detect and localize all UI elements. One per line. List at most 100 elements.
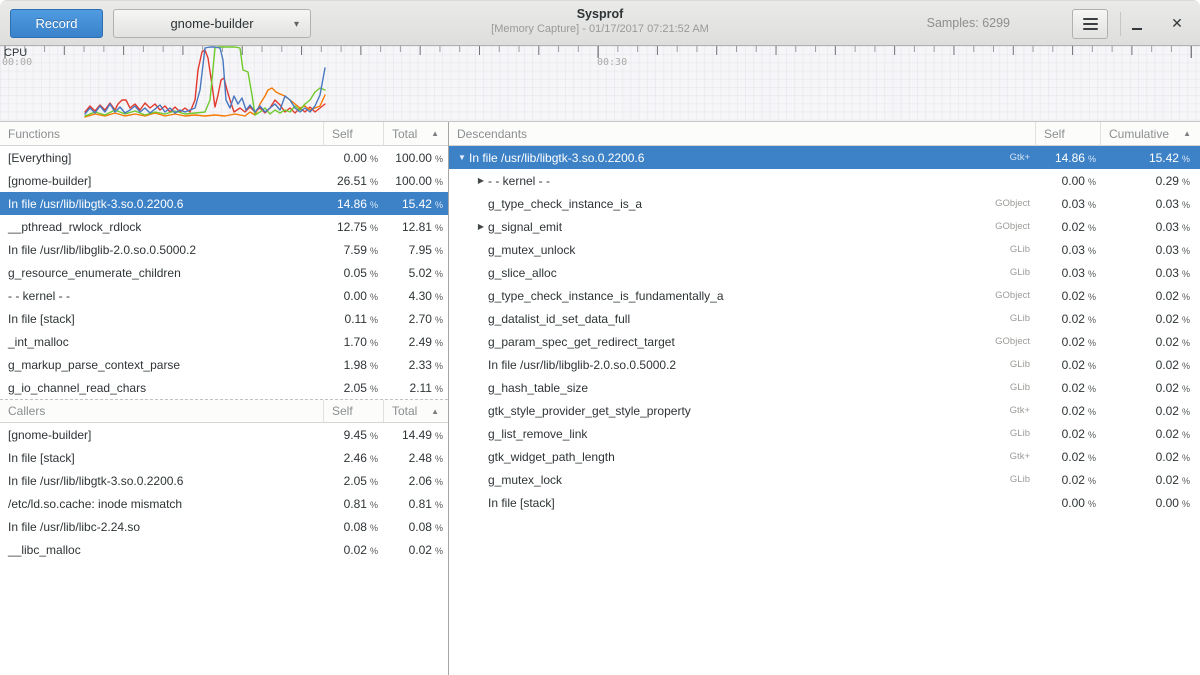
cumulative-percent: 0.03% xyxy=(1100,243,1200,257)
self-percent: 26.51% xyxy=(323,174,383,188)
column-header-self[interactable]: Self xyxy=(323,122,383,145)
tree-row[interactable]: g_type_check_instance_is_aGObject0.03%0.… xyxy=(449,192,1200,215)
self-percent: 14.86% xyxy=(1035,151,1100,165)
function-name: g_resource_enumerate_children xyxy=(0,266,323,280)
column-header-total[interactable]: Total ▲ xyxy=(383,122,448,145)
cpu-chart[interactable]: CPU 00:00 00:30 xyxy=(0,46,1200,122)
close-button[interactable]: ✕ xyxy=(1164,7,1190,39)
library-tag: GLib xyxy=(1010,382,1035,393)
descendant-name-cell: g_slice_allocGLib xyxy=(449,266,1035,280)
minimize-button[interactable] xyxy=(1126,7,1148,39)
column-header-total[interactable]: Total ▲ xyxy=(383,400,448,422)
library-tag: Gtk+ xyxy=(1010,405,1035,416)
tree-row[interactable]: g_mutex_unlockGLib0.03%0.03% xyxy=(449,238,1200,261)
self-percent: 0.00% xyxy=(323,151,383,165)
table-row[interactable]: /etc/ld.so.cache: inode mismatch0.81%0.8… xyxy=(0,492,448,515)
cumulative-percent: 0.02% xyxy=(1100,404,1200,418)
expander-open-icon[interactable]: ▼ xyxy=(455,153,469,162)
table-row[interactable]: __pthread_rwlock_rdlock12.75%12.81% xyxy=(0,215,448,238)
total-percent: 2.48% xyxy=(383,451,448,465)
column-header-callers[interactable]: Callers xyxy=(0,400,323,422)
descendant-name-cell: g_type_check_instance_is_fundamentally_a… xyxy=(449,289,1035,303)
self-percent: 7.59% xyxy=(323,243,383,257)
function-name: __libc_malloc xyxy=(0,543,323,557)
self-percent: 0.05% xyxy=(323,266,383,280)
sort-ascending-icon: ▲ xyxy=(431,407,439,416)
total-percent: 2.49% xyxy=(383,335,448,349)
self-percent: 2.46% xyxy=(323,451,383,465)
tree-row[interactable]: ▼In file /usr/lib/libgtk-3.so.0.2200.6Gt… xyxy=(449,146,1200,169)
record-button[interactable]: Record xyxy=(10,9,103,38)
total-percent: 0.02% xyxy=(383,543,448,557)
table-row[interactable]: g_resource_enumerate_children0.05%5.02% xyxy=(0,261,448,284)
target-process-label: gnome-builder xyxy=(170,16,253,31)
tree-row[interactable]: g_mutex_lockGLib0.02%0.02% xyxy=(449,468,1200,491)
table-row[interactable]: In file /usr/lib/libglib-2.0.so.0.5000.2… xyxy=(0,238,448,261)
descendant-name: g_param_spec_get_redirect_target xyxy=(488,335,675,349)
table-row[interactable]: __libc_malloc0.02%0.02% xyxy=(0,538,448,561)
table-row[interactable]: In file [stack]0.11%2.70% xyxy=(0,307,448,330)
tree-row[interactable]: ▶- - kernel - -0.00%0.29% xyxy=(449,169,1200,192)
descendant-name-cell: In file [stack] xyxy=(449,496,1035,510)
descendants-pane: Descendants Self Cumulative ▲ ▼In file /… xyxy=(449,122,1200,675)
descendant-name-cell: In file /usr/lib/libglib-2.0.so.0.5000.2… xyxy=(449,358,1035,372)
column-header-cumulative[interactable]: Cumulative ▲ xyxy=(1100,122,1200,145)
sysprof-window: Record gnome-builder ▾ Sysprof [Memory C… xyxy=(0,0,1200,675)
window-title-block: Sysprof [Memory Capture] - 01/17/2017 07… xyxy=(300,7,900,35)
hamburger-menu-button[interactable] xyxy=(1072,9,1108,39)
table-row[interactable]: [gnome-builder]26.51%100.00% xyxy=(0,169,448,192)
minimize-icon xyxy=(1132,28,1142,30)
tree-row[interactable]: g_type_check_instance_is_fundamentally_a… xyxy=(449,284,1200,307)
descendant-name: - - kernel - - xyxy=(488,174,550,188)
table-row[interactable]: In file /usr/lib/libgtk-3.so.0.2200.614.… xyxy=(0,192,448,215)
self-percent: 0.02% xyxy=(1035,427,1100,441)
tree-row[interactable]: g_hash_table_sizeGLib0.02%0.02% xyxy=(449,376,1200,399)
expander-closed-icon[interactable]: ▶ xyxy=(474,222,488,231)
page-title: Sysprof xyxy=(300,7,900,21)
library-tag: GObject xyxy=(995,336,1035,347)
column-header-functions[interactable]: Functions xyxy=(0,122,323,145)
self-percent: 0.02% xyxy=(1035,335,1100,349)
self-percent: 0.02% xyxy=(1035,312,1100,326)
table-row[interactable]: _int_malloc1.70%2.49% xyxy=(0,330,448,353)
tree-row[interactable]: g_datalist_id_set_data_fullGLib0.02%0.02… xyxy=(449,307,1200,330)
table-row[interactable]: - - kernel - -0.00%4.30% xyxy=(0,284,448,307)
function-name: [gnome-builder] xyxy=(0,428,323,442)
tree-row[interactable]: ▶g_signal_emitGObject0.02%0.03% xyxy=(449,215,1200,238)
total-percent: 12.81% xyxy=(383,220,448,234)
library-tag: GLib xyxy=(1010,267,1035,278)
table-row[interactable]: g_markup_parse_context_parse1.98%2.33% xyxy=(0,353,448,376)
target-process-dropdown[interactable]: gnome-builder ▾ xyxy=(113,9,311,38)
cumulative-percent: 15.42% xyxy=(1100,151,1200,165)
descendant-name: gtk_style_provider_get_style_property xyxy=(488,404,691,418)
library-tag: Gtk+ xyxy=(1010,451,1035,462)
tree-row[interactable]: g_list_remove_linkGLib0.02%0.02% xyxy=(449,422,1200,445)
tree-row[interactable]: g_slice_allocGLib0.03%0.03% xyxy=(449,261,1200,284)
total-percent: 100.00% xyxy=(383,174,448,188)
tree-row[interactable]: In file /usr/lib/libglib-2.0.so.0.5000.2… xyxy=(449,353,1200,376)
self-percent: 9.45% xyxy=(323,428,383,442)
total-percent: 5.02% xyxy=(383,266,448,280)
total-percent: 15.42% xyxy=(383,197,448,211)
library-tag: GLib xyxy=(1010,244,1035,255)
cpu-red-line xyxy=(85,50,325,113)
tree-row[interactable]: In file [stack]0.00%0.00% xyxy=(449,491,1200,514)
total-percent: 2.70% xyxy=(383,312,448,326)
column-header-self[interactable]: Self xyxy=(1035,122,1100,145)
tree-row[interactable]: gtk_style_provider_get_style_property Gtk… xyxy=(449,399,1200,422)
self-percent: 0.02% xyxy=(1035,220,1100,234)
tree-row[interactable]: gtk_widget_path_lengthGtk+0.02%0.02% xyxy=(449,445,1200,468)
table-row[interactable]: In file /usr/lib/libgtk-3.so.0.2200.62.0… xyxy=(0,469,448,492)
table-row[interactable]: g_io_channel_read_chars2.05%2.11% xyxy=(0,376,448,399)
descendant-name-cell: g_datalist_id_set_data_fullGLib xyxy=(449,312,1035,326)
table-row[interactable]: In file [stack]2.46%2.48% xyxy=(0,446,448,469)
expander-closed-icon[interactable]: ▶ xyxy=(474,176,488,185)
column-header-descendants[interactable]: Descendants xyxy=(449,122,1035,145)
table-row[interactable]: [gnome-builder]9.45%14.49% xyxy=(0,423,448,446)
column-header-self[interactable]: Self xyxy=(323,400,383,422)
table-row[interactable]: [Everything]0.00%100.00% xyxy=(0,146,448,169)
library-tag: GObject xyxy=(995,198,1035,209)
tree-row[interactable]: g_param_spec_get_redirect_target GObject0… xyxy=(449,330,1200,353)
function-name: g_markup_parse_context_parse xyxy=(0,358,323,372)
table-row[interactable]: In file /usr/lib/libc-2.24.so0.08%0.08% xyxy=(0,515,448,538)
